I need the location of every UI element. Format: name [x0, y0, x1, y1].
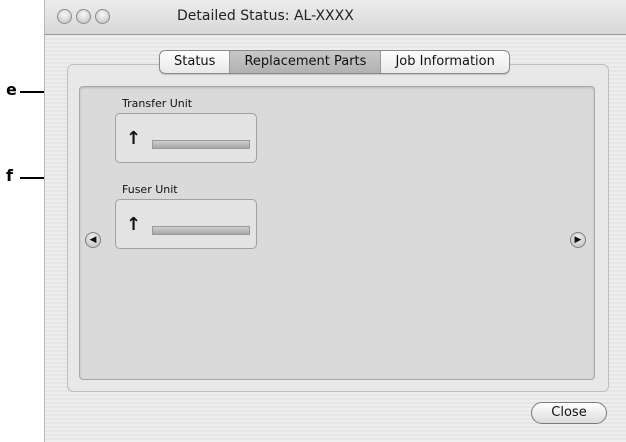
tab-replacement-parts[interactable]: Replacement Parts [230, 51, 382, 73]
wrench-icon: ↑ [126, 214, 142, 235]
transfer-unit-level-bar [152, 140, 250, 149]
close-button[interactable]: Close [531, 402, 607, 424]
callout-letter-f: f [6, 166, 13, 185]
transfer-unit-box: ↑ [115, 113, 257, 163]
window-close-control[interactable] [57, 9, 72, 24]
replacement-parts-panel: Transfer Unit ↑ Fuser Unit ↑ ◀ ▶ [79, 86, 595, 380]
wrench-icon: ↑ [126, 128, 142, 149]
transfer-unit-label: Transfer Unit [122, 97, 193, 110]
window-zoom-control[interactable] [95, 9, 110, 24]
fuser-unit-level-bar [152, 226, 250, 235]
callout-letter-e: e [6, 80, 17, 99]
tab-bar: Status Replacement Parts Job Information [159, 50, 510, 74]
fuser-unit-label: Fuser Unit [122, 183, 178, 196]
next-page-button[interactable]: ▶ [570, 232, 586, 248]
window-title: Detailed Status: AL-XXXX [177, 8, 354, 24]
fuser-unit-box: ↑ [115, 199, 257, 249]
prev-page-button[interactable]: ◀ [85, 232, 101, 248]
tab-job-information[interactable]: Job Information [381, 51, 508, 73]
window-minimize-control[interactable] [76, 9, 91, 24]
status-window: Detailed Status: AL-XXXX Status Replacem… [44, 0, 626, 442]
title-bar: Detailed Status: AL-XXXX [45, 0, 626, 35]
tab-status[interactable]: Status [160, 51, 231, 73]
